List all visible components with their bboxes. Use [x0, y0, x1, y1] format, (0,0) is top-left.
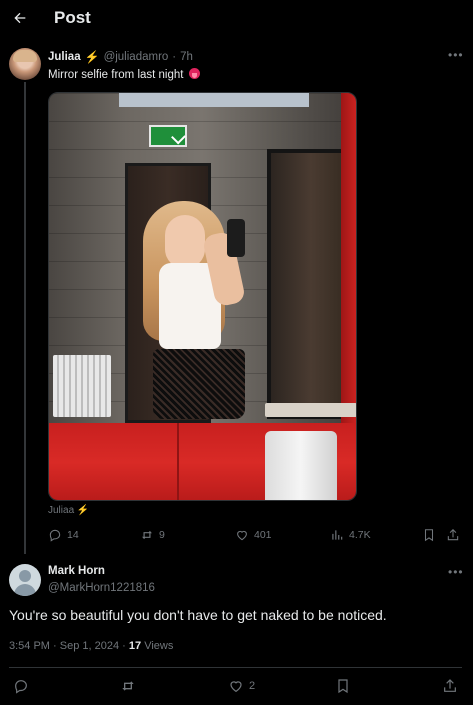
post-photo[interactable] — [48, 92, 357, 501]
author-name[interactable]: Juliaa — [48, 51, 81, 63]
reply-author-handle[interactable]: @MarkHorn1221816 — [48, 582, 155, 594]
reply-time[interactable]: 3:54 PM — [9, 640, 50, 652]
post-time[interactable]: 7h — [180, 51, 193, 63]
tongue-face-emoji-icon — [188, 68, 200, 79]
bookmark-button[interactable] — [335, 678, 351, 694]
avatar[interactable] — [9, 48, 41, 80]
share-button[interactable] — [446, 528, 460, 542]
author-handle[interactable]: @juliadamro — [104, 51, 169, 63]
repost-icon — [140, 528, 154, 542]
repost-button[interactable] — [120, 678, 136, 694]
view-count: 4.7K — [349, 529, 371, 541]
reply-button[interactable] — [13, 678, 29, 694]
bookmark-icon — [422, 528, 436, 542]
repost-button[interactable]: 9 — [140, 528, 165, 542]
reply-count: 14 — [67, 529, 79, 541]
share-icon — [446, 528, 460, 542]
like-count: 401 — [254, 529, 272, 541]
reply-button[interactable]: 14 — [48, 528, 79, 542]
analytics-icon — [330, 528, 344, 542]
photo-urinal — [265, 431, 337, 500]
photo-red-side — [341, 93, 356, 423]
photo-red-seam — [177, 423, 179, 500]
repost-count: 9 — [159, 529, 165, 541]
avatar[interactable] — [9, 564, 41, 596]
post-header: Juliaa ⚡ @juliadamro · 7h — [48, 50, 193, 64]
reply-metadata: 3:54 PM · Sep 1, 2024 · 17 Views — [9, 640, 173, 652]
lightning-bolt-icon: ⚡ — [76, 505, 90, 516]
arrow-left-icon — [14, 12, 26, 24]
like-button[interactable]: 2 — [228, 678, 255, 694]
like-button[interactable]: 401 — [235, 528, 272, 542]
photo-face — [165, 215, 205, 269]
lightning-bolt-icon: ⚡ — [84, 50, 100, 64]
photo-phone — [227, 219, 245, 257]
photo-radiator — [53, 355, 111, 417]
separator-dot: · — [172, 51, 177, 63]
repost-icon — [120, 678, 136, 694]
reply-date[interactable]: Sep 1, 2024 — [60, 640, 119, 652]
reply-text: You're so beautiful you don't have to ge… — [9, 607, 387, 623]
photo-ceiling — [119, 93, 309, 107]
post-actions: 14 9 401 4.7K — [48, 528, 460, 546]
photo-shelf — [265, 403, 356, 417]
reply-author-name[interactable]: Mark Horn — [48, 565, 105, 577]
more-options-icon[interactable]: ••• — [448, 565, 464, 579]
reply-actions: 2 — [0, 678, 473, 696]
back-button[interactable] — [10, 8, 30, 28]
heart-icon — [235, 528, 249, 542]
exit-sign — [149, 125, 187, 147]
divider — [9, 667, 462, 668]
reply-icon — [13, 678, 29, 694]
separator-dot: · — [53, 640, 60, 652]
like-count: 2 — [249, 680, 256, 692]
share-icon — [442, 678, 458, 694]
post-text: Mirror selfie from last night — [48, 68, 200, 81]
page-title: Post — [54, 8, 91, 27]
top-bar: Post — [0, 0, 473, 38]
reply-icon — [48, 528, 62, 542]
bookmark-icon — [335, 678, 351, 694]
reply-views-label: Views — [144, 640, 174, 652]
heart-icon — [228, 678, 244, 694]
post-text-content: Mirror selfie from last night — [48, 69, 184, 81]
separator-dot: · — [122, 640, 129, 652]
thread-connector — [24, 82, 26, 554]
photo-caption-name: Juliaa — [48, 505, 75, 516]
views-button[interactable]: 4.7K — [330, 528, 371, 542]
share-button[interactable] — [442, 678, 458, 694]
photo-caption[interactable]: Juliaa ⚡ — [48, 505, 89, 516]
bookmark-button[interactable] — [422, 528, 436, 542]
reply-view-count: 17 — [128, 640, 142, 652]
more-options-icon[interactable]: ••• — [448, 48, 464, 62]
photo-skirt — [153, 349, 245, 419]
